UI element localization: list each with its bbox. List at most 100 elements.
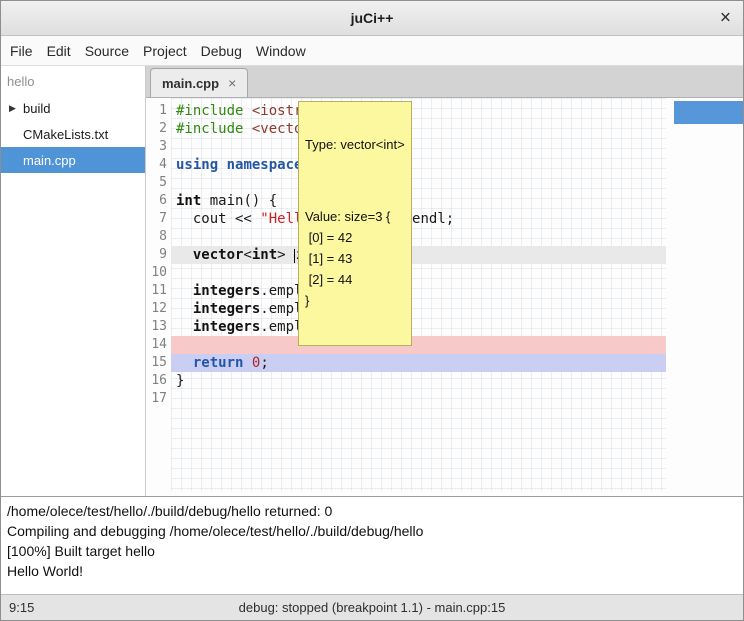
- code-token: [176, 301, 193, 317]
- code-line-15: 15 return 0;: [146, 354, 743, 372]
- code-line-2: 2#include <vector>: [146, 120, 743, 138]
- sidebar-item-build[interactable]: ▶build: [1, 95, 145, 121]
- status-message: debug: stopped (breakpoint 1.1) - main.c…: [239, 600, 506, 615]
- editor-pane: main.cpp × 1#include <iostream>2#include…: [146, 66, 743, 496]
- line-number: 5: [146, 174, 171, 192]
- code-token: namespace: [227, 157, 303, 173]
- code-token: [176, 283, 193, 299]
- code-token: >: [277, 247, 294, 263]
- code-text[interactable]: #include <vector>: [171, 120, 666, 138]
- tooltip-line: }: [305, 290, 405, 311]
- line-number: 3: [146, 138, 171, 156]
- project-name-label: hello: [1, 66, 145, 95]
- code-token: integers: [193, 319, 260, 335]
- main-area: hello ▶build CMakeLists.txt main.cpp main.…: [1, 66, 743, 496]
- code-token: [176, 319, 193, 335]
- code-text[interactable]: }: [171, 372, 666, 390]
- tree-item-label: main.cpp: [23, 153, 76, 168]
- line-number: 13: [146, 318, 171, 336]
- text-cursor: [294, 249, 295, 263]
- code-token: int: [252, 247, 277, 263]
- window-close-button[interactable]: ×: [720, 9, 731, 28]
- menu-item-edit[interactable]: Edit: [40, 36, 78, 65]
- code-text[interactable]: [171, 390, 666, 408]
- status-bar: 9:15 debug: stopped (breakpoint 1.1) - m…: [1, 594, 743, 620]
- tab-label: main.cpp: [162, 76, 219, 91]
- code-text[interactable]: [171, 174, 666, 192]
- code-line-12: 12 integers.emplace_back(43);: [146, 300, 743, 318]
- code-text[interactable]: integers.emplace_back(42);: [171, 282, 666, 300]
- tab-close-icon[interactable]: ×: [228, 76, 236, 90]
- code-text[interactable]: return 0;: [171, 354, 666, 372]
- output-line: /home/olece/test/hello/./build/debug/hel…: [7, 501, 737, 521]
- code-token: [176, 247, 193, 263]
- code-token: cout <<: [176, 211, 260, 227]
- menu-item-project[interactable]: Project: [136, 36, 194, 65]
- code-text[interactable]: [171, 336, 666, 354]
- menu-item-window[interactable]: Window: [249, 36, 313, 65]
- line-number: 14: [146, 336, 171, 354]
- output-line: Hello World!: [7, 561, 737, 581]
- tooltip-type-line: Type: vector<int>: [305, 136, 405, 154]
- output-line: Compiling and debugging /home/olece/test…: [7, 521, 737, 541]
- window-title: juCi++: [351, 10, 394, 26]
- code-text[interactable]: [171, 138, 666, 156]
- titlebar: juCi++ ×: [1, 1, 743, 36]
- code-text[interactable]: cout << "Hello World!" << endl;: [171, 210, 666, 228]
- menu-item-file[interactable]: File: [3, 36, 40, 65]
- line-number: 6: [146, 192, 171, 210]
- tab-bar: main.cpp ×: [146, 66, 743, 98]
- code-line-9: 9 vector<int> integers;: [146, 246, 743, 264]
- code-line-10: 10: [146, 264, 743, 282]
- code-token: [176, 355, 193, 371]
- code-text[interactable]: [171, 228, 666, 246]
- file-tree: ▶build CMakeLists.txt main.cpp: [1, 95, 145, 173]
- tooltip-value-lines: Value: size=3 { [0] = 42 [1] = 43 [2] = …: [305, 206, 405, 311]
- code-text[interactable]: using namespace std;: [171, 156, 666, 174]
- app-window: juCi++ × FileEditSourceProjectDebugWindo…: [0, 0, 744, 621]
- code-token: using: [176, 157, 218, 173]
- line-number: 4: [146, 156, 171, 174]
- line-number: 16: [146, 372, 171, 390]
- code-line-6: 6int main() {: [146, 192, 743, 210]
- code-line-4: 4using namespace std;: [146, 156, 743, 174]
- line-number: 8: [146, 228, 171, 246]
- code-text[interactable]: integers.emplace_back(43);: [171, 300, 666, 318]
- code-text[interactable]: int main() {: [171, 192, 666, 210]
- sidebar-item-main-cpp[interactable]: main.cpp: [1, 147, 145, 173]
- line-number: 10: [146, 264, 171, 282]
- menu-item-source[interactable]: Source: [78, 36, 136, 65]
- tree-item-label: CMakeLists.txt: [23, 127, 108, 142]
- code-text[interactable]: #include <iostream>: [171, 102, 666, 120]
- code-token: vector: [193, 247, 244, 263]
- code-text[interactable]: integers.emplace_back(44);: [171, 318, 666, 336]
- code-text[interactable]: [171, 264, 666, 282]
- line-number: 1: [146, 102, 171, 120]
- code-token: [243, 103, 251, 119]
- code-editor[interactable]: 1#include <iostream>2#include <vector>34…: [146, 98, 743, 496]
- debug-value-tooltip: Type: vector<int> Value: size=3 { [0] = …: [298, 101, 412, 346]
- code-text[interactable]: vector<int> integers;: [171, 246, 666, 264]
- code-token: [218, 157, 226, 173]
- code-line-17: 17: [146, 390, 743, 408]
- code-line-14: 14: [146, 336, 743, 354]
- code-token: #include: [176, 121, 243, 137]
- code-token: [243, 121, 251, 137]
- code-line-7: 7 cout << "Hello World!" << endl;: [146, 210, 743, 228]
- code-token: }: [176, 373, 184, 389]
- code-line-5: 5: [146, 174, 743, 192]
- code-token: ;: [260, 355, 268, 371]
- code-token: integers: [193, 301, 260, 317]
- status-time: 9:15: [9, 600, 34, 615]
- line-number: 12: [146, 300, 171, 318]
- line-number: 17: [146, 390, 171, 408]
- scrollbar-thumb[interactable]: [674, 101, 743, 124]
- menu-item-debug[interactable]: Debug: [194, 36, 249, 65]
- code-token: [243, 355, 251, 371]
- sidebar-item-cmakelists-txt[interactable]: CMakeLists.txt: [1, 121, 145, 147]
- sidebar: hello ▶build CMakeLists.txt main.cpp: [1, 66, 146, 496]
- tab-main-cpp[interactable]: main.cpp ×: [150, 68, 248, 97]
- tooltip-line: [0] = 42: [305, 227, 405, 248]
- code-line-3: 3: [146, 138, 743, 156]
- expander-icon[interactable]: ▶: [9, 103, 23, 114]
